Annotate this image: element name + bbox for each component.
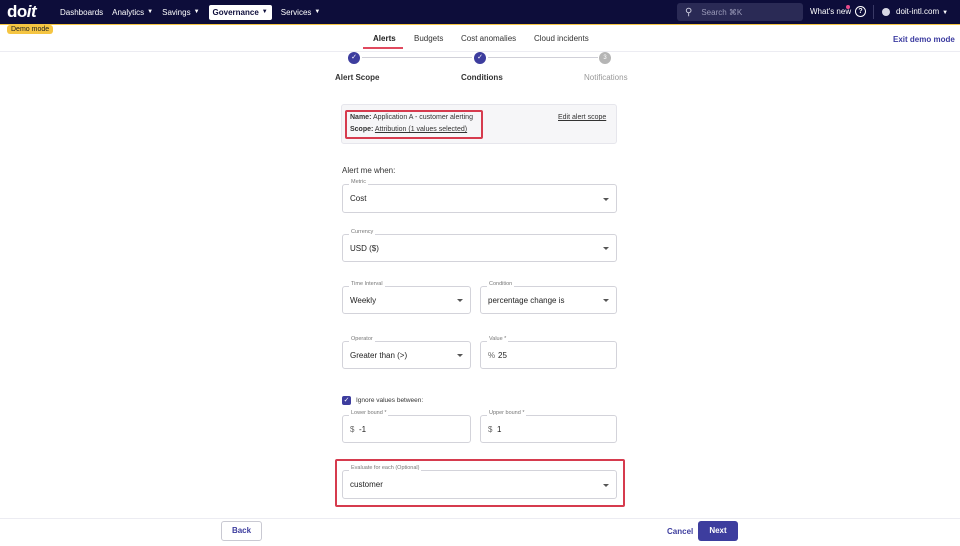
dollar-prefix: $ <box>488 425 493 434</box>
next-button[interactable]: Next <box>698 521 738 541</box>
lower-bound-value: -1 <box>359 425 367 434</box>
edit-alert-scope-link[interactable]: Edit alert scope <box>558 114 606 121</box>
operator-value: Greater than (>) <box>350 351 408 360</box>
tab-cloud-incidents[interactable]: Cloud incidents <box>534 34 589 43</box>
nav-savings-label: Savings <box>162 7 191 17</box>
cancel-button[interactable]: Cancel <box>667 527 693 536</box>
nav-savings[interactable]: Savings ▼ <box>162 8 199 17</box>
nav-analytics-label: Analytics <box>112 7 145 17</box>
chevron-down-icon: ▼ <box>314 9 321 15</box>
tab-alerts[interactable]: Alerts <box>373 34 396 43</box>
dropdown-caret-icon <box>603 198 609 201</box>
lower-bound-label: Lower bound * <box>349 410 389 416</box>
active-tab-indicator <box>363 47 403 49</box>
dropdown-caret-icon <box>457 354 463 357</box>
operator-select[interactable]: Operator Greater than (>) <box>342 336 471 369</box>
back-button[interactable]: Back <box>221 521 262 541</box>
org-avatar[interactable] <box>882 8 890 16</box>
summary-name-value: Application A - customer alerting <box>372 114 473 121</box>
step-connector <box>488 57 598 58</box>
step-label-notifications[interactable]: Notifications <box>584 73 628 82</box>
evaluate-for-each-select[interactable]: Evaluate for each (Optional) customer <box>342 465 617 499</box>
step-2-check-icon: ✓ <box>474 52 486 64</box>
form-footer <box>0 518 960 546</box>
ignore-values-checkbox[interactable]: ✓ <box>342 396 351 405</box>
condition-label: Condition <box>487 281 515 287</box>
chevron-down-icon: ▼ <box>942 10 949 16</box>
top-navigation: do it Dashboards Analytics ▼ Savings ▼ Gove… <box>0 0 960 24</box>
summary-scope-key: Scope: <box>350 126 374 133</box>
summary-scope-link[interactable]: Attribution (1 values selected) <box>375 126 467 133</box>
dropdown-caret-icon <box>603 299 609 302</box>
org-name: doit-intl.com <box>896 7 940 16</box>
tab-cost-anomalies[interactable]: Cost anomalies <box>461 34 516 43</box>
step-3-number: 3 <box>599 52 611 64</box>
metric-select[interactable]: Metric Cost <box>342 179 617 213</box>
notification-dot-icon <box>846 5 850 9</box>
nav-governance-label: Governance <box>212 7 259 17</box>
ignore-values-label: Ignore values between: <box>356 397 424 404</box>
dropdown-caret-icon <box>603 484 609 487</box>
step-1-check-icon: ✓ <box>348 52 360 64</box>
currency-select[interactable]: Currency USD ($) <box>342 229 617 262</box>
search-placeholder: Search ⌘K <box>701 7 743 17</box>
summary-name: Name: Application A - customer alerting <box>350 114 473 121</box>
dropdown-caret-icon <box>457 299 463 302</box>
value-label: Value * <box>487 336 509 342</box>
org-selector[interactable]: doit-intl.com ▼ <box>896 7 948 16</box>
nav-divider <box>873 5 874 19</box>
condition-select[interactable]: Condition percentage change is <box>480 281 617 314</box>
nav-analytics[interactable]: Analytics ▼ <box>112 8 153 17</box>
evaluate-for-each-value: customer <box>350 480 383 489</box>
main-menu: Dashboards Analytics ▼ Savings ▼ Governanc… <box>60 0 329 24</box>
logo-text-it: it <box>26 2 37 21</box>
time-interval-value: Weekly <box>350 296 377 305</box>
alert-me-when-heading: Alert me when: <box>342 166 396 175</box>
summary-name-key: Name: <box>350 114 372 121</box>
evaluate-for-each-label: Evaluate for each (Optional) <box>349 465 422 471</box>
time-interval-label: Time Interval <box>349 281 385 287</box>
step-label-alert-scope[interactable]: Alert Scope <box>335 73 379 82</box>
metric-value: Cost <box>350 194 367 203</box>
nav-governance[interactable]: Governance ▼ <box>208 4 272 20</box>
currency-value: USD ($) <box>350 244 379 253</box>
currency-label: Currency <box>349 229 376 235</box>
nav-dashboards[interactable]: Dashboards <box>60 8 103 17</box>
condition-value: percentage change is <box>488 296 565 305</box>
nav-dashboards-label: Dashboards <box>60 7 104 17</box>
value-input[interactable]: Value * % 25 <box>480 336 617 369</box>
step-connector <box>362 57 472 58</box>
metric-label: Metric <box>349 179 368 185</box>
exit-demo-mode-link[interactable]: Exit demo mode <box>893 35 955 44</box>
chevron-down-icon: ▼ <box>261 9 268 15</box>
upper-bound-input[interactable]: Upper bound * $ 1 <box>480 410 617 443</box>
summary-scope: Scope: Attribution (1 values selected) <box>350 126 467 133</box>
nav-services-label: Services <box>280 7 312 17</box>
chevron-down-icon: ▼ <box>147 9 154 15</box>
operator-label: Operator <box>349 336 375 342</box>
nav-services[interactable]: Services ▼ <box>281 8 321 17</box>
value-field-value: 25 <box>498 351 507 360</box>
upper-bound-label: Upper bound * <box>487 410 527 416</box>
upper-bound-value: 1 <box>497 425 502 434</box>
demo-mode-bar <box>0 24 960 25</box>
dropdown-caret-icon <box>603 247 609 250</box>
tab-budgets[interactable]: Budgets <box>414 34 443 43</box>
chevron-down-icon: ▼ <box>193 9 200 15</box>
lower-bound-input[interactable]: Lower bound * $ -1 <box>342 410 471 443</box>
brand-logo[interactable]: do it <box>7 2 37 22</box>
help-icon[interactable]: ? <box>855 6 866 17</box>
time-interval-select[interactable]: Time Interval Weekly <box>342 281 471 314</box>
search-icon: ⚲ <box>685 6 693 18</box>
dollar-prefix: $ <box>350 425 355 434</box>
whats-new-link[interactable]: What's new <box>810 7 851 16</box>
percent-prefix: % <box>488 351 496 360</box>
search-input[interactable]: ⚲ Search ⌘K <box>677 3 803 21</box>
step-label-conditions[interactable]: Conditions <box>461 73 503 82</box>
logo-text-do: do <box>7 2 27 21</box>
